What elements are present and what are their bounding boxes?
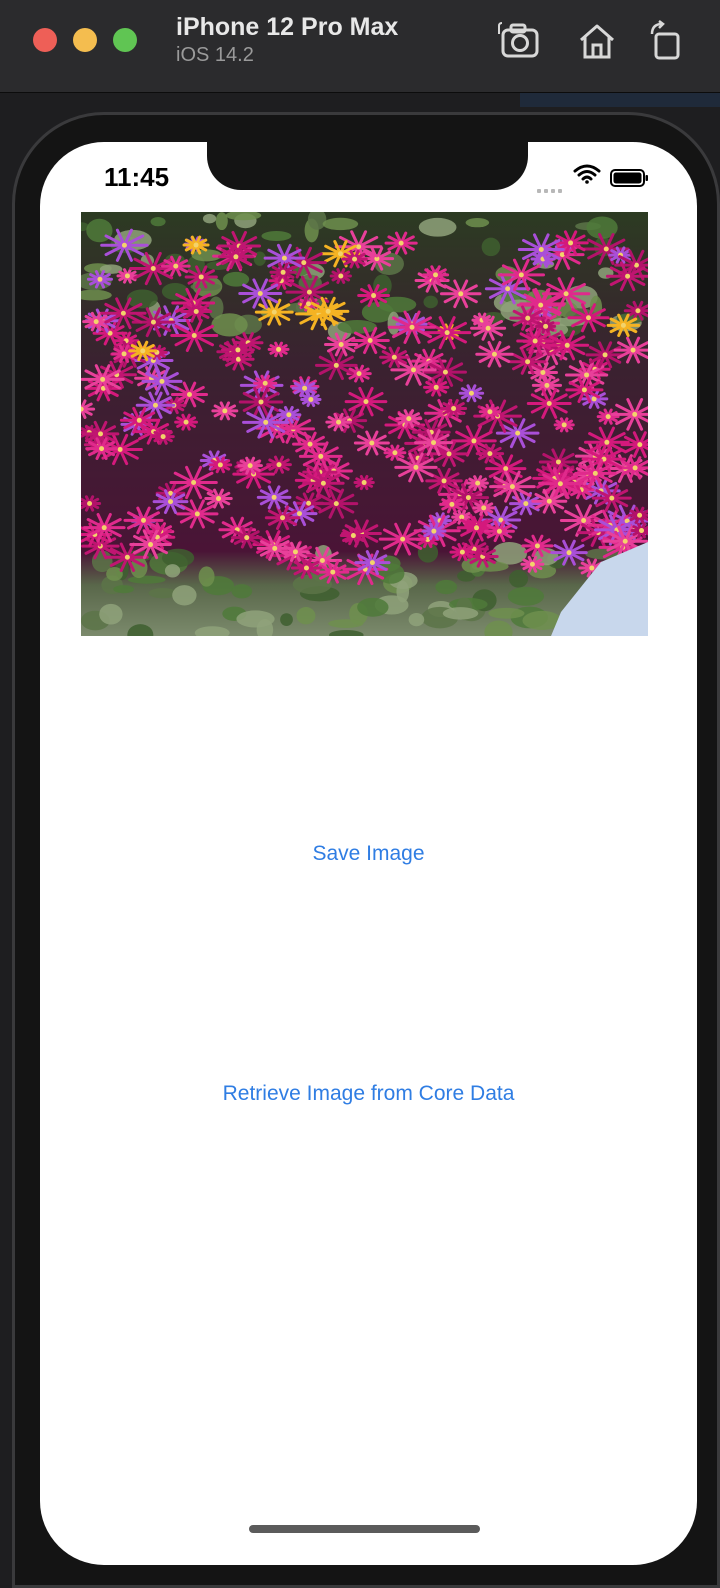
screenshot-icon[interactable] bbox=[496, 20, 542, 62]
device-notch bbox=[207, 142, 528, 190]
simulator-title-bar: iPhone 12 Pro Max iOS 14.2 bbox=[0, 0, 720, 93]
app-screen: 11:45 Save Image Retrieve Image from Cor… bbox=[40, 142, 697, 1565]
zoom-window-button[interactable] bbox=[113, 28, 137, 52]
editor-tab-strip bbox=[520, 93, 720, 107]
save-image-button[interactable]: Save Image bbox=[40, 842, 697, 866]
cellular-signal-icon bbox=[537, 180, 565, 198]
home-indicator[interactable] bbox=[249, 1525, 480, 1533]
status-bar-time: 11:45 bbox=[104, 162, 170, 192]
os-version-label: iOS 14.2 bbox=[176, 44, 254, 66]
device-name-label: iPhone 12 Pro Max bbox=[176, 13, 399, 41]
wifi-icon bbox=[573, 164, 601, 189]
battery-icon bbox=[610, 168, 650, 193]
retrieve-image-button[interactable]: Retrieve Image from Core Data bbox=[40, 1082, 697, 1106]
home-icon[interactable] bbox=[575, 20, 621, 62]
close-window-button[interactable] bbox=[33, 28, 57, 52]
minimize-window-button[interactable] bbox=[73, 28, 97, 52]
rotate-icon[interactable] bbox=[646, 20, 692, 62]
flower-photo bbox=[81, 212, 648, 636]
